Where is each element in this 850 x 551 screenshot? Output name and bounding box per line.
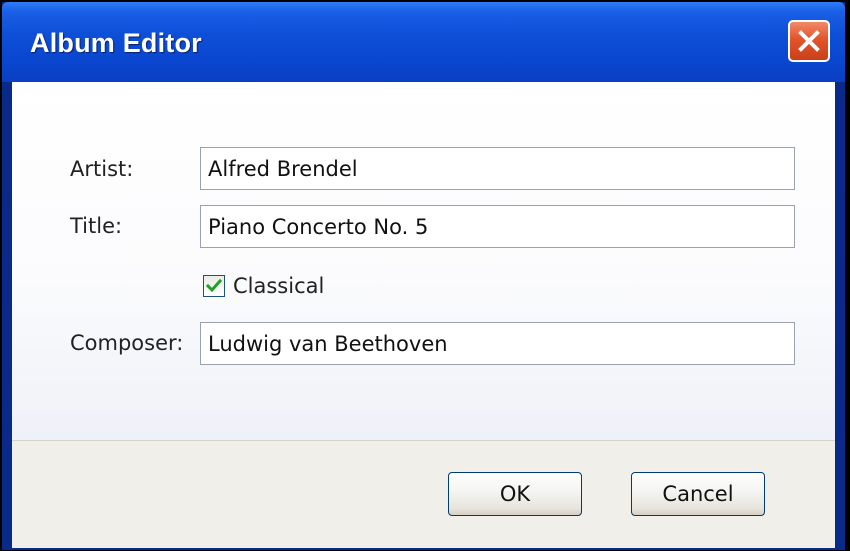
close-x-icon [798, 30, 820, 52]
composer-label: Composer: [70, 331, 184, 355]
dialog-body: Artist: Title: Classical Composer: OK Ca… [12, 82, 835, 548]
classical-checkbox-row[interactable]: Classical [203, 273, 324, 299]
ok-button[interactable]: OK [448, 472, 582, 516]
composer-input[interactable] [200, 322, 795, 365]
artist-label: Artist: [70, 157, 134, 181]
classical-label: Classical [233, 274, 325, 298]
checkmark-icon [205, 278, 223, 293]
album-editor-window: Album Editor Artist: Title: Classical Co… [2, 2, 845, 550]
classical-checkbox[interactable] [203, 275, 225, 297]
cancel-button[interactable]: Cancel [631, 472, 765, 516]
title-label: Title: [70, 214, 123, 238]
title-bar[interactable]: Album Editor [2, 2, 845, 82]
form-area: Artist: Title: Classical Composer: [12, 82, 835, 440]
artist-input[interactable] [200, 147, 795, 190]
window-title: Album Editor [30, 28, 202, 58]
close-button[interactable] [788, 20, 830, 62]
title-input[interactable] [200, 205, 795, 248]
